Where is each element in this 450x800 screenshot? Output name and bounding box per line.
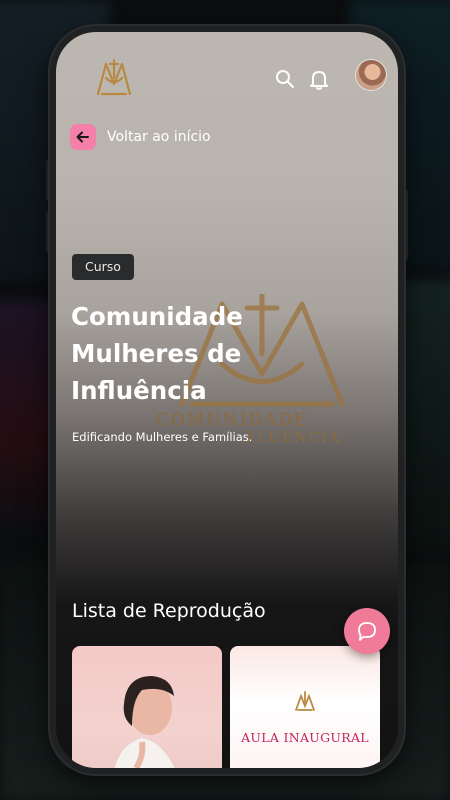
course-badge: Curso [72, 254, 134, 280]
woman-portrait-image [114, 676, 175, 768]
card-title: AULA INAUGURAL [241, 730, 369, 745]
back-button[interactable] [70, 124, 96, 150]
app-screen: Voltar ao início COMUNIDADE FLUÊNCIA Cur… [56, 32, 398, 768]
arrow-left-icon [76, 131, 89, 143]
chat-button[interactable] [344, 608, 390, 654]
back-to-home[interactable]: Voltar ao início [70, 124, 211, 150]
back-label[interactable]: Voltar ao início [107, 129, 211, 145]
watermark-text-1: COMUNIDADE [156, 410, 309, 430]
user-avatar[interactable] [356, 60, 386, 90]
playlist-card[interactable] [72, 646, 222, 768]
bell-icon[interactable] [308, 68, 330, 90]
playlist-card[interactable]: AULA INAUGURAL [230, 646, 380, 768]
course-title: Comunidade Mulheres de Influência [71, 302, 243, 405]
course-subtitle: Edificando Mulheres e Famílias. [72, 430, 253, 444]
search-icon[interactable] [274, 68, 296, 90]
chat-icon [358, 622, 376, 641]
phone-frame: Voltar ao início COMUNIDADE FLUÊNCIA Cur… [50, 26, 404, 774]
playlist-heading: Lista de Reprodução [72, 600, 266, 622]
aula-logo-icon [295, 691, 315, 711]
watermark-text-2: FLUÊNCIA [246, 430, 341, 446]
phone-power-button [404, 190, 408, 260]
brand-logo[interactable] [92, 56, 136, 100]
